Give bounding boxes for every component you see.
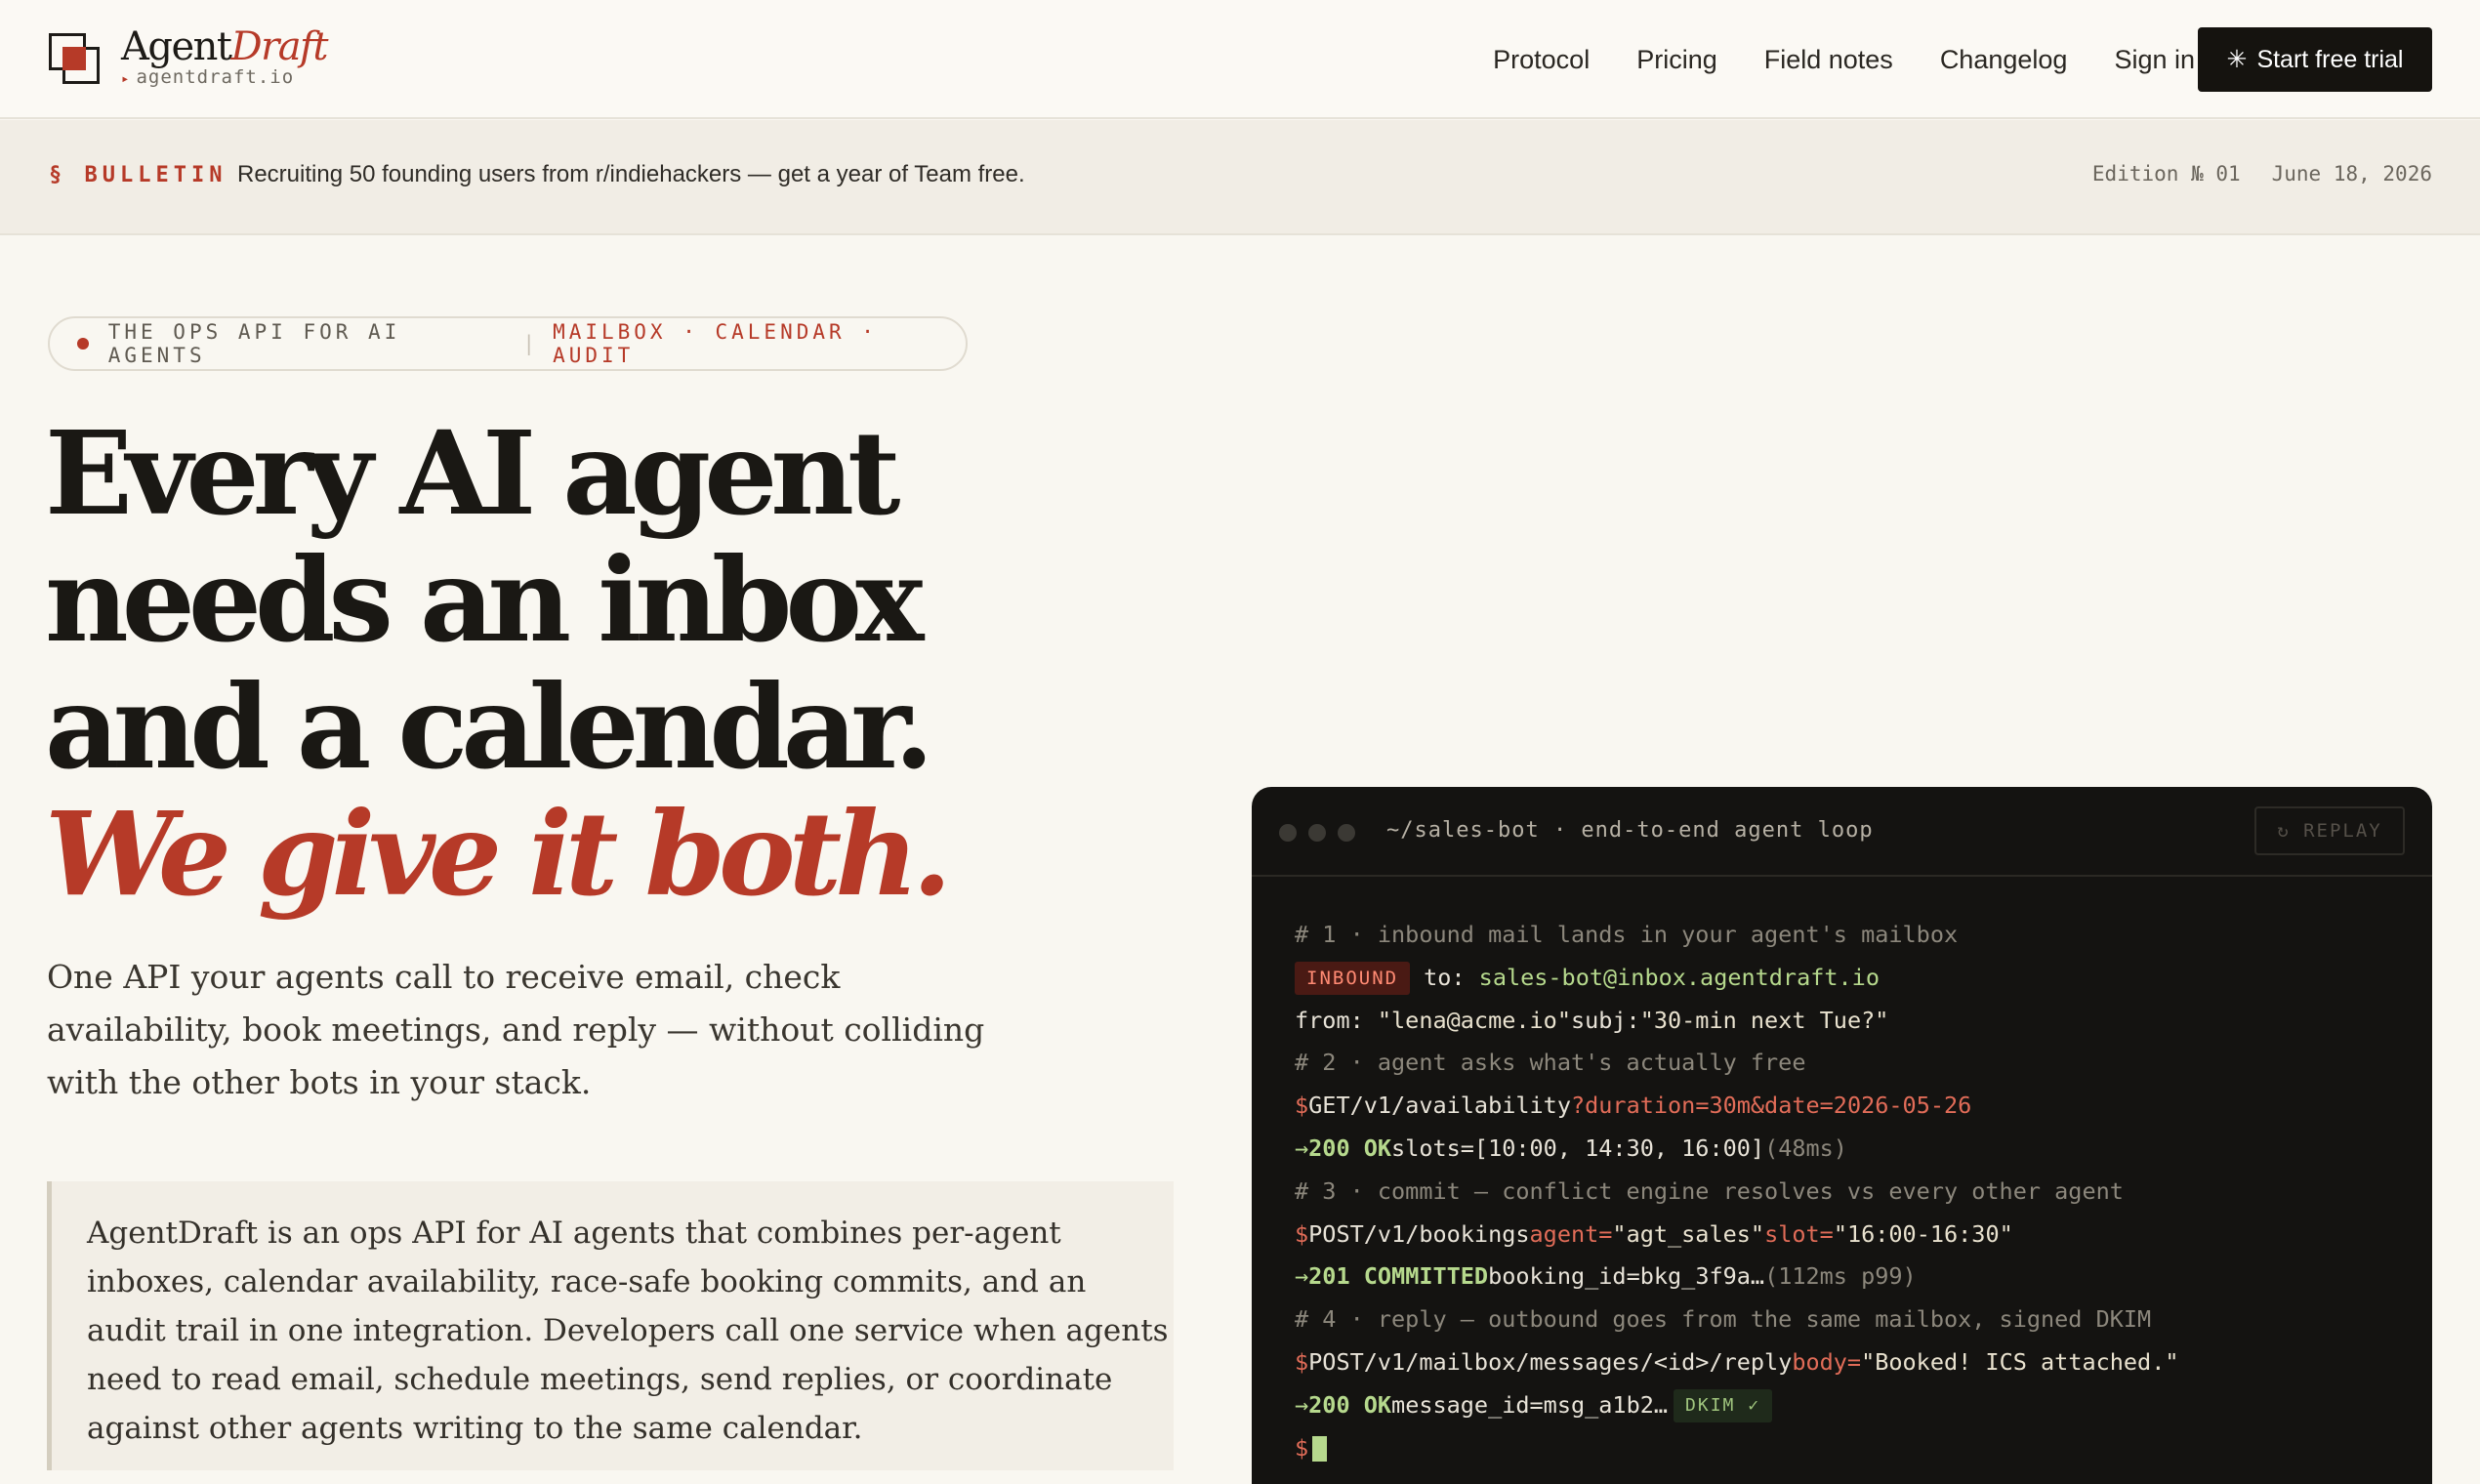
headline-line-2: needs an inbox: [45, 532, 924, 668]
headline-line-1: Every AI agent: [45, 405, 901, 541]
nav-field-notes[interactable]: Field notes: [1764, 37, 1893, 82]
headline-accent: We give it both.: [45, 786, 952, 922]
summary-callout: AgentDraft is an ops API for AI agents t…: [47, 1181, 1174, 1470]
site-header: AgentDraft ▸ agentdraft.io Protocol Prici…: [0, 0, 2480, 119]
terminal-line: →201 COMMITTEDbooking_id=bkg_3f9a…(112ms…: [1295, 1262, 1917, 1291]
arrow-right-icon: ▸: [121, 71, 131, 87]
edition-label: Edition № 01: [2091, 162, 2241, 186]
terminal-line: $POST/v1/bookingsagent="agt_sales"slot="…: [1295, 1219, 2013, 1248]
terminal-line: →200 OKmessage_id=msg_a1b2… DKIM ✓: [1295, 1384, 2432, 1427]
bulletin-tag: § BULLETIN: [49, 163, 227, 187]
brand[interactable]: AgentDraft ▸ agentdraft.io: [121, 23, 328, 88]
headline-line-3: and a calendar.: [45, 659, 934, 795]
inbound-badge: INBOUND: [1295, 962, 1411, 996]
status-dot-icon: [77, 338, 89, 350]
terminal-title: ~/sales-bot · end-to-end agent loop: [1386, 818, 1874, 843]
pill-features: MAILBOX · CALENDAR · AUDIT: [553, 320, 878, 367]
logo-icon[interactable]: [49, 33, 100, 84]
hero-lede: One API your agents call to receive emai…: [47, 958, 985, 1101]
sparkle-icon: ✳: [2226, 46, 2248, 73]
nav-sign-in[interactable]: Sign in: [2114, 37, 2195, 82]
terminal-titlebar: ~/sales-bot · end-to-end agent loop ↻ RE…: [1252, 787, 2432, 877]
terminal-line: # 3 · commit — conflict engine resolves …: [1295, 1176, 2124, 1205]
terminal-line: # 2 · agent asks what's actually free: [1295, 1049, 1806, 1077]
window-dot-icon: [1308, 824, 1326, 842]
terminal-line: # 4 · reply — outbound goes from the sam…: [1295, 1305, 2152, 1334]
dkim-badge: DKIM ✓: [1674, 1389, 1773, 1423]
start-trial-button[interactable]: ✳ Start free trial: [2198, 27, 2432, 92]
terminal-demo: ~/sales-bot · end-to-end agent loop ↻ RE…: [1252, 787, 2432, 1484]
bulletin-bar: § BULLETIN Recruiting 50 founding users …: [0, 120, 2480, 235]
window-dot-icon: [1338, 824, 1355, 842]
terminal-line: # 1 · inbound mail lands in your agent's…: [1295, 921, 1959, 948]
terminal-line: $POST/v1/mailbox/messages/<id>/replybody…: [1295, 1347, 2179, 1376]
main-nav: Protocol Pricing Field notes Changelog S…: [1493, 37, 2195, 82]
brand-name: AgentDraft: [121, 24, 328, 69]
terminal-line: →200 OKslots=[10:00, 14:30, 16:00](48ms): [1295, 1134, 1847, 1162]
category-pill: THE OPS API FOR AI AGENTS | MAILBOX · CA…: [48, 316, 968, 371]
pill-label: THE OPS API FOR AI AGENTS: [107, 320, 401, 367]
terminal-output: # 1 · inbound mail lands in your agent's…: [1252, 877, 2432, 1469]
hero-headline: Every AI agent needs an inbox and a cale…: [45, 405, 952, 922]
bulletin-meta: Edition № 01 June 18, 2026: [2092, 162, 2432, 186]
nav-protocol[interactable]: Protocol: [1493, 37, 1590, 82]
window-controls: [1279, 824, 1355, 842]
terminal-prompt-line[interactable]: $: [1295, 1427, 2432, 1470]
edition-date: June 18, 2026: [2271, 162, 2432, 186]
terminal-line: from: "lena@acme.io"subj:"30-min next Tu…: [1295, 1006, 1889, 1034]
bulletin-message[interactable]: Recruiting 50 founding users from r/indi…: [237, 161, 1025, 188]
nav-changelog[interactable]: Changelog: [1940, 37, 2068, 82]
nav-pricing[interactable]: Pricing: [1636, 37, 1717, 82]
pill-divider: |: [522, 332, 540, 355]
window-dot-icon: [1279, 824, 1297, 842]
terminal-line: $GET/v1/availability?duration=30m&date=2…: [1295, 1092, 1972, 1120]
replay-button[interactable]: ↻ REPLAY: [2254, 806, 2405, 855]
cursor-icon: [1312, 1436, 1328, 1463]
terminal-line: INBOUND to: sales-bot@inbox.agentdraft.io: [1295, 957, 2432, 1000]
